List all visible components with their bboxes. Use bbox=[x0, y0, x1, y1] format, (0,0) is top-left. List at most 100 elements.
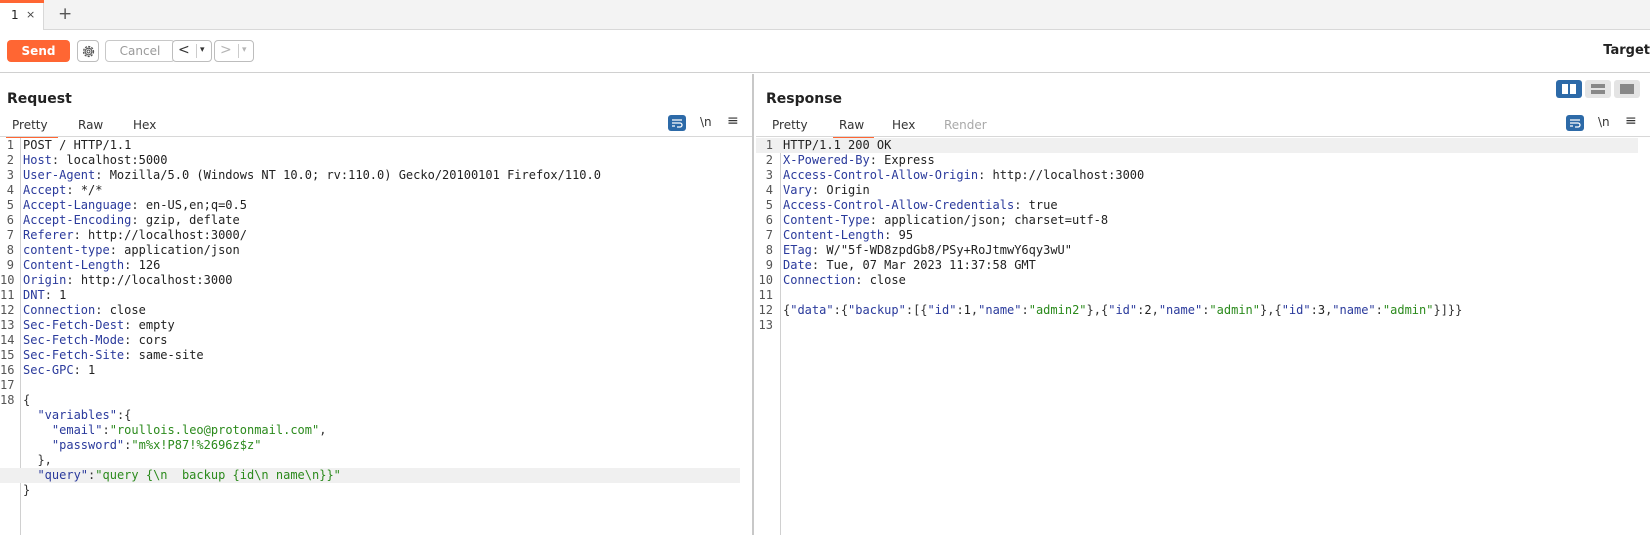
header-value: 1 bbox=[80, 363, 96, 377]
tab-raw[interactable]: Raw bbox=[832, 118, 875, 138]
code-line: 17 bbox=[0, 378, 740, 393]
line-number: 8 bbox=[765, 243, 773, 257]
back-button[interactable]: < ▾ bbox=[172, 40, 212, 62]
tab-1[interactable]: 1 × bbox=[0, 0, 44, 30]
code-line: 16 Sec-GPC: 1 bbox=[0, 363, 740, 378]
tab-raw[interactable]: Raw bbox=[78, 118, 103, 132]
header-key: DNT bbox=[23, 288, 45, 302]
layout-single-button[interactable] bbox=[1614, 80, 1640, 98]
chevron-down-icon[interactable]: ▾ bbox=[242, 45, 247, 55]
json-line: "password":"m%x!P87!%2696z$z" bbox=[51, 438, 262, 452]
header-value: Express bbox=[876, 153, 935, 167]
tab-strip: 1 × + bbox=[0, 0, 1650, 30]
header-key: Accept bbox=[23, 183, 67, 197]
code-line: 3 Access-Control-Allow-Origin: http://loc… bbox=[756, 168, 1638, 183]
tab-pretty[interactable]: Pretty bbox=[6, 118, 58, 138]
chevron-down-icon[interactable]: ▾ bbox=[200, 45, 205, 55]
header-key: Date bbox=[783, 258, 812, 272]
response-editor[interactable]: 1 HTTP/1.1 200 OK 2 X-Powered-By: Express … bbox=[756, 138, 1650, 535]
code-line: 6 Accept-Encoding: gzip, deflate bbox=[0, 213, 740, 228]
tab-hex[interactable]: Hex bbox=[892, 118, 915, 132]
line-number: 13 bbox=[758, 318, 773, 332]
header-line: Sec-Fetch-Dest: empty bbox=[23, 318, 175, 332]
json-string: "admin" bbox=[1209, 303, 1260, 317]
tab-render[interactable]: Render bbox=[944, 118, 987, 132]
code-line: 7 Content-Length: 95 bbox=[756, 228, 1638, 243]
layout-stacked-button[interactable] bbox=[1585, 80, 1611, 98]
header-line: Content-Length: 95 bbox=[783, 228, 914, 242]
header-line: Access-Control-Allow-Credentials: true bbox=[783, 198, 1058, 212]
wrap-toggle-button[interactable] bbox=[668, 115, 686, 131]
tab-hex[interactable]: Hex bbox=[133, 118, 156, 132]
header-value: localhost:5000 bbox=[59, 153, 168, 167]
layout-side-by-side-button[interactable] bbox=[1556, 80, 1582, 98]
header-line: Content-Length: 126 bbox=[23, 258, 161, 272]
header-line: Date: Tue, 07 Mar 2023 11:37:58 GMT bbox=[783, 258, 1036, 272]
cancel-button[interactable]: Cancel bbox=[105, 40, 175, 62]
settings-button[interactable] bbox=[77, 40, 99, 62]
code-line: 1 POST / HTTP/1.1 bbox=[0, 138, 740, 153]
header-value: 1 bbox=[51, 288, 67, 302]
newline-toggle-icon[interactable]: \n bbox=[700, 115, 712, 129]
json-key: "name" bbox=[1158, 303, 1203, 317]
header-value: en-US,en;q=0.5 bbox=[138, 198, 247, 212]
json-number: 3 bbox=[1317, 303, 1326, 317]
header-key: Accept-Encoding bbox=[23, 213, 132, 227]
line-number: 11 bbox=[758, 288, 773, 302]
code-line-highlighted: 1 HTTP/1.1 200 OK bbox=[756, 138, 1638, 153]
line-number: 3 bbox=[6, 168, 14, 182]
header-value: Mozilla/5.0 (Windows NT 10.0; rv:110.0) … bbox=[102, 168, 601, 182]
window-icon bbox=[1620, 84, 1634, 94]
tab-pretty[interactable]: Pretty bbox=[772, 118, 808, 132]
header-key: Connection bbox=[783, 273, 856, 287]
divider bbox=[0, 136, 752, 137]
json-string: "query {\n backup {id\n name\n}}" bbox=[95, 468, 341, 482]
tab-accent bbox=[0, 0, 44, 3]
add-tab-icon[interactable]: + bbox=[58, 4, 72, 24]
line-number: 15 bbox=[0, 348, 15, 362]
header-key: Content-Length bbox=[23, 258, 125, 272]
line-number: 4 bbox=[6, 183, 14, 197]
line-number: 12 bbox=[758, 303, 773, 317]
header-line: ETag: W/"5f-WD8zpdGb8/PSy+RoJtmwY6qy3wU" bbox=[783, 243, 1073, 257]
header-key: Access-Control-Allow-Origin bbox=[783, 168, 979, 182]
header-value: empty bbox=[131, 318, 175, 332]
code-line: } bbox=[0, 483, 740, 498]
code-line: 4 Accept: */* bbox=[0, 183, 740, 198]
json-string: "admin2" bbox=[1028, 303, 1087, 317]
code-line: 15 Sec-Fetch-Site: same-site bbox=[0, 348, 740, 363]
json-key: "name" bbox=[978, 303, 1022, 317]
request-editor[interactable]: 1 POST / HTTP/1.1 2 Host: localhost:5000 3… bbox=[0, 138, 752, 535]
header-line: Access-Control-Allow-Origin: http://loca… bbox=[783, 168, 1145, 182]
code-line: 9 Content-Length: 126 bbox=[0, 258, 740, 273]
chevron-right-icon: > bbox=[220, 42, 232, 58]
header-line: X-Powered-By: Express bbox=[783, 153, 935, 167]
send-button[interactable]: Send bbox=[7, 40, 70, 62]
newline-toggle-icon[interactable]: \n bbox=[1598, 115, 1610, 129]
wrap-toggle-button[interactable] bbox=[1566, 115, 1584, 131]
header-line: Referer: http://localhost:3000/ bbox=[23, 228, 247, 242]
request-title: Request bbox=[7, 91, 72, 107]
header-value: true bbox=[1021, 198, 1058, 212]
header-line: Accept-Language: en-US,en;q=0.5 bbox=[23, 198, 247, 212]
menu-icon[interactable]: ≡ bbox=[727, 113, 739, 129]
forward-button[interactable]: > ▾ bbox=[214, 40, 254, 62]
tab-close-icon[interactable]: × bbox=[26, 8, 35, 21]
code-line: 5 Access-Control-Allow-Credentials: true bbox=[756, 198, 1638, 213]
line-number: 1 bbox=[765, 138, 773, 152]
line-number: 10 bbox=[758, 273, 773, 287]
header-value: Tue, 07 Mar 2023 11:37:58 GMT bbox=[819, 258, 1036, 272]
header-line: content-type: application/json bbox=[23, 243, 240, 257]
header-key: Referer bbox=[23, 228, 74, 242]
header-value: same-site bbox=[131, 348, 204, 362]
json-key: "query" bbox=[37, 468, 89, 482]
target-label[interactable]: Target bbox=[1603, 43, 1650, 58]
code-line: 9 Date: Tue, 07 Mar 2023 11:37:58 GMT bbox=[756, 258, 1638, 273]
json-key: "name" bbox=[1332, 303, 1376, 317]
header-line: Vary: Origin bbox=[783, 183, 870, 197]
code-line: 8 content-type: application/json bbox=[0, 243, 740, 258]
divider bbox=[196, 44, 197, 58]
menu-icon[interactable]: ≡ bbox=[1625, 113, 1637, 129]
header-key: Sec-Fetch-Site bbox=[23, 348, 125, 362]
header-value: close bbox=[102, 303, 146, 317]
